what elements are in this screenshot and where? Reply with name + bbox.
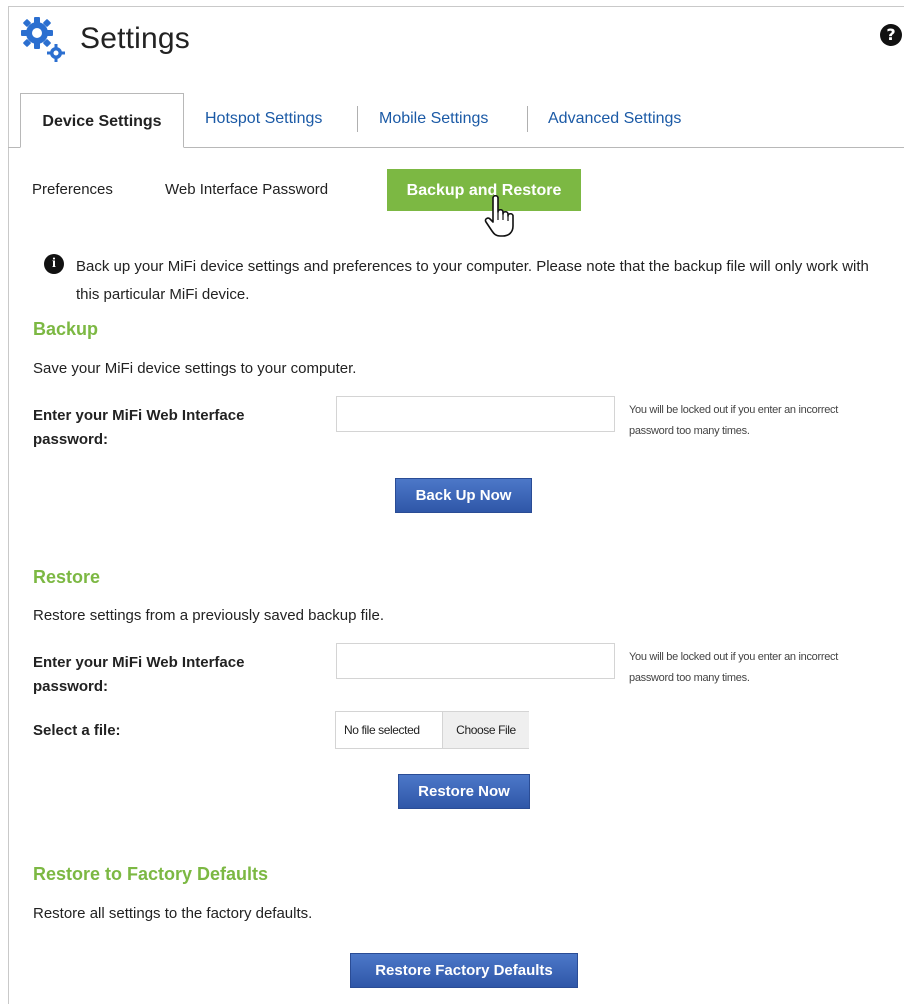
- settings-gear-icon: [20, 16, 66, 62]
- restore-lockout-note: You will be locked out if you enter an i…: [629, 651, 838, 684]
- restore-heading: Restore: [33, 567, 101, 587]
- subtab-web-interface-password[interactable]: Web Interface Password: [165, 181, 328, 198]
- restore-description: Restore settings from a previously saved…: [33, 607, 384, 624]
- tab-mobile-settings[interactable]: Mobile Settings: [379, 110, 488, 128]
- backup-password-field[interactable]: [336, 396, 615, 432]
- tab-device-settings[interactable]: Device Settings: [20, 93, 184, 148]
- backup-password-label: Enter your MiFi Web Interface password:: [33, 407, 245, 448]
- restore-password-label: Enter your MiFi Web Interface password:: [33, 654, 245, 695]
- backup-heading: Backup: [33, 319, 99, 339]
- restore-factory-defaults-button[interactable]: Restore Factory Defaults: [350, 953, 578, 988]
- info-message: Back up your MiFi device settings and pr…: [76, 258, 869, 303]
- backup-description: Save your MiFi device settings to your c…: [33, 360, 357, 377]
- restore-password-field[interactable]: [336, 643, 615, 679]
- subtab-preferences[interactable]: Preferences: [32, 181, 113, 198]
- hand-cursor-icon: [484, 194, 516, 245]
- backup-lockout-note: You will be locked out if you enter an i…: [629, 404, 838, 437]
- tab-separator: [527, 106, 528, 132]
- tab-hotspot-settings[interactable]: Hotspot Settings: [205, 110, 322, 128]
- info-icon: i: [44, 254, 64, 274]
- help-icon[interactable]: ?: [880, 24, 902, 46]
- tab-advanced-settings[interactable]: Advanced Settings: [548, 110, 681, 128]
- select-file-label: Select a file:: [33, 722, 121, 739]
- file-status: No file selected: [344, 723, 420, 737]
- factory-defaults-description: Restore all settings to the factory defa…: [33, 905, 313, 922]
- restore-now-button[interactable]: Restore Now: [398, 774, 530, 809]
- file-picker[interactable]: No file selected Choose File: [335, 711, 529, 749]
- back-up-now-button[interactable]: Back Up Now: [395, 478, 532, 513]
- tab-separator: [357, 106, 358, 132]
- page-title: Settings: [80, 22, 190, 55]
- choose-file-button[interactable]: Choose File: [442, 712, 529, 748]
- factory-defaults-heading: Restore to Factory Defaults: [33, 864, 269, 884]
